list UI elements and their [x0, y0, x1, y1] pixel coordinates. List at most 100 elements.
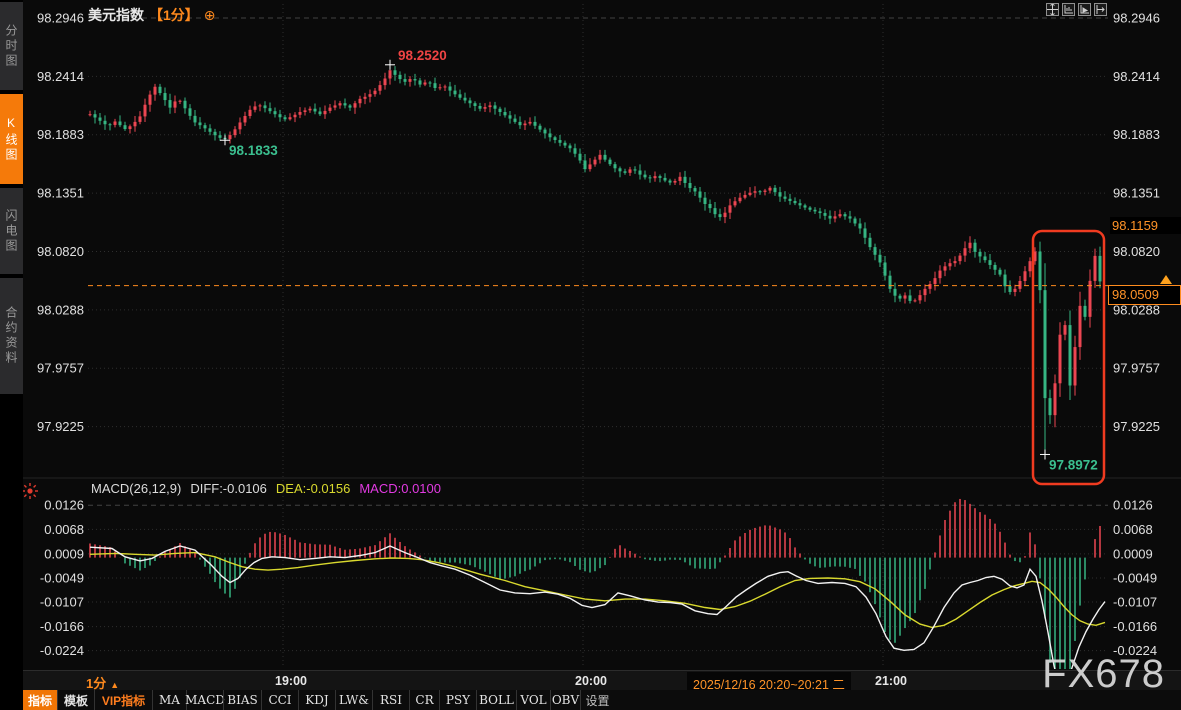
y-axis-scale-icon[interactable] — [1062, 3, 1075, 16]
candle — [139, 116, 142, 121]
candle — [784, 197, 787, 199]
candle — [329, 108, 332, 111]
candle — [854, 219, 857, 224]
macd-axis-label: -0.0107 — [40, 595, 84, 610]
candle — [744, 195, 747, 198]
time-axis-label: 21:00 — [869, 674, 913, 688]
candle — [239, 122, 242, 129]
candle — [1064, 325, 1067, 335]
toolbar-tab-MACD[interactable]: MACD — [186, 690, 223, 710]
candle — [289, 117, 292, 119]
toolbar-tab-CR[interactable]: CR — [409, 690, 439, 710]
candle — [499, 109, 502, 112]
candle — [859, 223, 862, 228]
candle — [674, 181, 677, 183]
candle — [929, 284, 932, 289]
trading-app-window: 98.294698.294698.241498.241498.188398.18… — [0, 0, 1181, 710]
candle — [354, 103, 357, 107]
toolbar-tab-PSY[interactable]: PSY — [439, 690, 476, 710]
candle — [604, 155, 607, 160]
chart-canvas[interactable]: 98.294698.294698.241498.241498.188398.18… — [0, 0, 1181, 710]
candle — [694, 188, 697, 191]
candle — [819, 211, 822, 213]
candle — [639, 170, 642, 174]
candle — [379, 85, 382, 91]
candle — [1044, 290, 1047, 398]
time-axis-label: 19:00 — [269, 674, 313, 688]
macd-axis-label: -0.0224 — [40, 643, 84, 658]
time-axis-label: 20:00 — [569, 674, 613, 688]
interval-tag[interactable]: 【1分】 — [149, 5, 199, 25]
candle — [1089, 281, 1092, 317]
candle — [579, 154, 582, 161]
candle — [304, 110, 307, 112]
candle — [339, 103, 342, 105]
candle — [254, 106, 257, 109]
candle — [134, 122, 137, 126]
candle — [479, 106, 482, 109]
candle — [194, 116, 197, 123]
candle — [524, 124, 527, 126]
toolbar-tab-指标[interactable]: 指标 — [23, 690, 57, 710]
candle — [244, 116, 247, 122]
toolbar-tab-CCI[interactable]: CCI — [261, 690, 298, 710]
candle — [434, 83, 437, 88]
candle — [474, 103, 477, 106]
toolbar-tab-VIP指标[interactable]: VIP指标 — [94, 690, 152, 710]
y-axis-label: 98.1883 — [37, 127, 84, 142]
toolbar-tab-OBV[interactable]: OBV — [550, 690, 580, 710]
candle — [234, 129, 237, 135]
candle — [914, 300, 917, 301]
candle — [739, 198, 742, 202]
candle — [839, 214, 842, 216]
candle — [864, 228, 867, 237]
candle — [659, 176, 662, 178]
macd-header: MACD(26,12,9) DIFF:-0.0106 DEA:-0.0156 M… — [91, 481, 441, 496]
candle — [794, 201, 797, 203]
candle — [724, 213, 727, 217]
candle — [269, 108, 272, 111]
candle — [144, 105, 147, 117]
candle — [1039, 251, 1042, 290]
toolbar-tab-设置[interactable]: 设置 — [580, 690, 614, 710]
candle — [569, 146, 572, 149]
candle — [514, 119, 517, 122]
y-axis-label: 98.2414 — [1113, 69, 1160, 84]
x-axis-scale-icon[interactable] — [1078, 3, 1091, 16]
toolbar-tab-模板[interactable]: 模板 — [57, 690, 94, 710]
sidebar-item-K线图[interactable]: K线图 — [0, 94, 23, 184]
toolbar-tab-KDJ[interactable]: KDJ — [298, 690, 335, 710]
candle — [1059, 335, 1062, 384]
candle — [534, 122, 537, 126]
add-indicator-icon[interactable]: ⊕ — [204, 8, 216, 22]
candle — [574, 148, 577, 153]
candle — [614, 164, 617, 168]
candle — [924, 289, 927, 295]
candle — [469, 100, 472, 103]
toolbar-tab-BOLL[interactable]: BOLL — [476, 690, 516, 710]
candle — [404, 79, 407, 82]
toolbar-tab-MA[interactable]: MA — [152, 690, 186, 710]
candle — [464, 98, 467, 101]
toolbar-tab-LW&[interactable]: LW& — [335, 690, 372, 710]
candle — [319, 111, 322, 114]
crosshair-move-icon[interactable] — [1046, 3, 1059, 16]
sidebar-item-合约资料[interactable]: 合约资料 — [0, 278, 23, 394]
candle — [174, 101, 177, 107]
y-axis-label: 98.0820 — [37, 244, 84, 259]
y-axis-label: 98.1351 — [37, 186, 84, 201]
toolbar-tab-BIAS[interactable]: BIAS — [223, 690, 261, 710]
sidebar-item-闪电图[interactable]: 闪电图 — [0, 188, 23, 274]
candle — [589, 164, 592, 169]
indicator-flash-icon[interactable] — [21, 482, 39, 500]
toolbar-tab-VOL[interactable]: VOL — [516, 690, 550, 710]
candle — [939, 271, 942, 279]
candle — [359, 99, 362, 103]
candle — [314, 109, 317, 112]
y-axis-label: 97.9757 — [37, 361, 84, 376]
candle — [704, 198, 707, 204]
watermark: FX678 — [1042, 652, 1165, 697]
axis-reset-icon[interactable] — [1094, 3, 1107, 16]
sidebar-item-分时图[interactable]: 分时图 — [0, 2, 23, 90]
toolbar-tab-RSI[interactable]: RSI — [372, 690, 409, 710]
